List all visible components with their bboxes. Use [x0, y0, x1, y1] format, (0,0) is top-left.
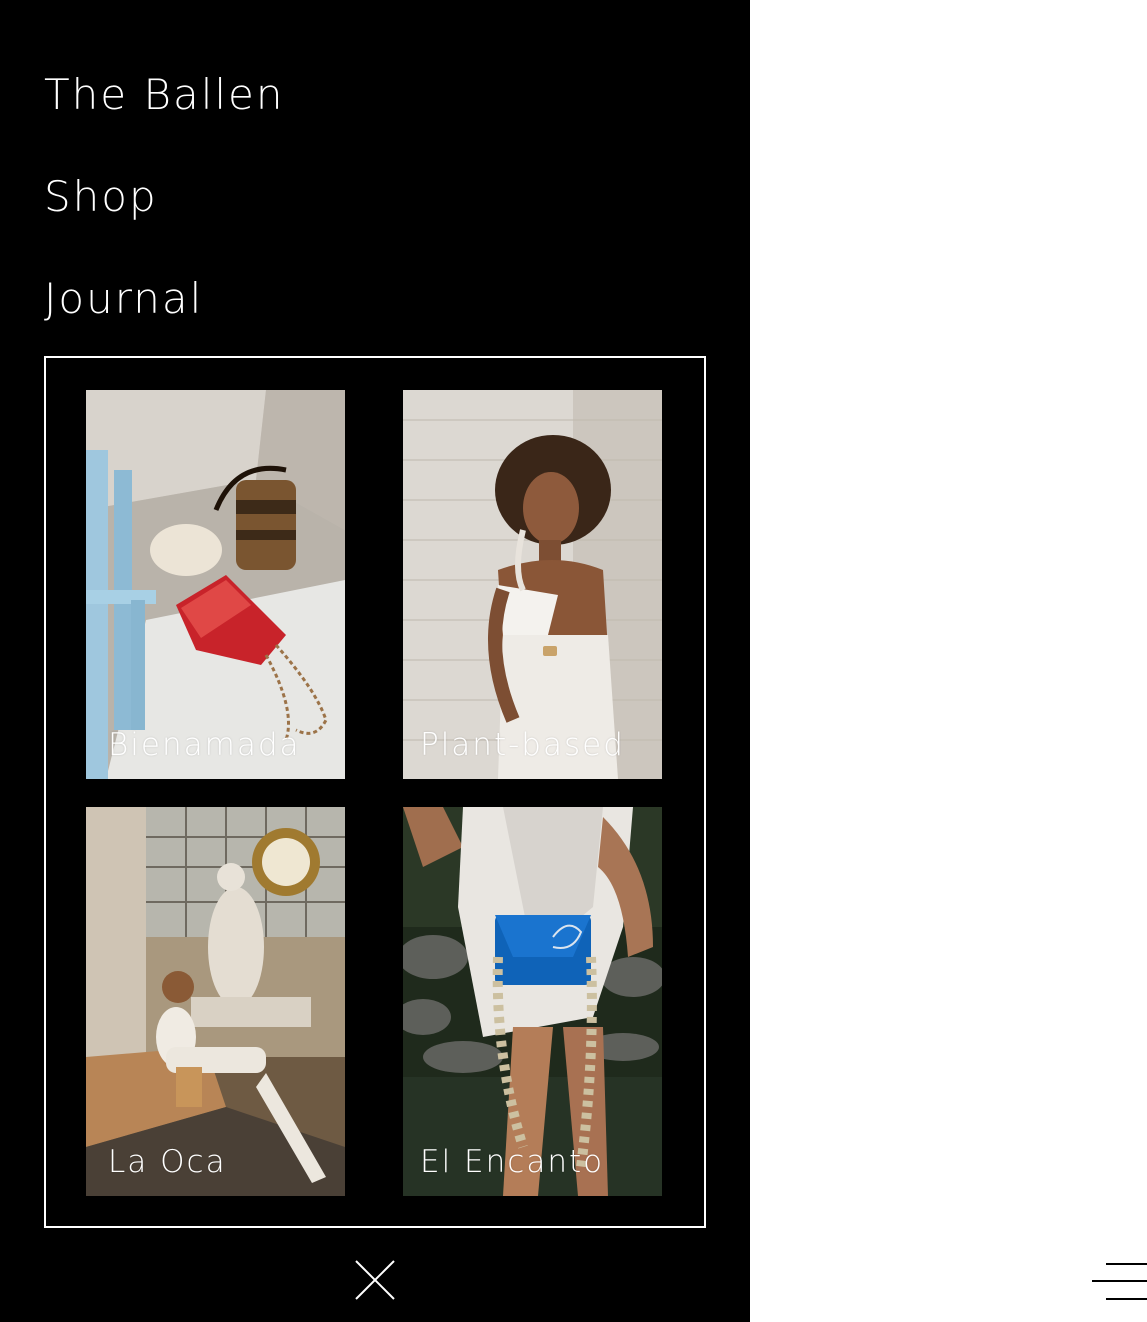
collection-label-la-oca: La Oca — [108, 1144, 227, 1180]
close-icon — [355, 1260, 395, 1300]
collection-label-el-encanto: El Encanto — [420, 1144, 605, 1180]
menu-panel: The Ballen Shop Journal Bienamada Plant-… — [0, 0, 750, 1322]
collection-image-la-oca — [86, 807, 345, 1196]
collection-label-bienamada: Bienamada — [108, 727, 301, 763]
collection-image-bienamada — [86, 390, 345, 779]
collection-image-plant-based — [403, 390, 662, 779]
collections-grid: Bienamada Plant-based La Oca El Encanto — [44, 356, 706, 1228]
collection-tile-plant-based[interactable]: Plant-based — [403, 390, 662, 779]
collection-label-plant-based: Plant-based — [420, 727, 625, 763]
nav-link-shop[interactable]: Shop — [44, 176, 158, 218]
close-menu-button[interactable] — [354, 1259, 396, 1301]
page: The Ballen Shop Journal Bienamada Plant-… — [0, 0, 1147, 1322]
hamburger-menu-icon — [1092, 1263, 1147, 1300]
collection-tile-la-oca[interactable]: La Oca — [86, 807, 345, 1196]
open-menu-button[interactable] — [1092, 1260, 1147, 1304]
nav-link-journal[interactable]: Journal — [44, 278, 203, 320]
collection-image-el-encanto — [403, 807, 662, 1196]
nav-link-the-ballen[interactable]: The Ballen — [44, 74, 285, 116]
collection-tile-el-encanto[interactable]: El Encanto — [403, 807, 662, 1196]
collection-tile-bienamada[interactable]: Bienamada — [86, 390, 345, 779]
